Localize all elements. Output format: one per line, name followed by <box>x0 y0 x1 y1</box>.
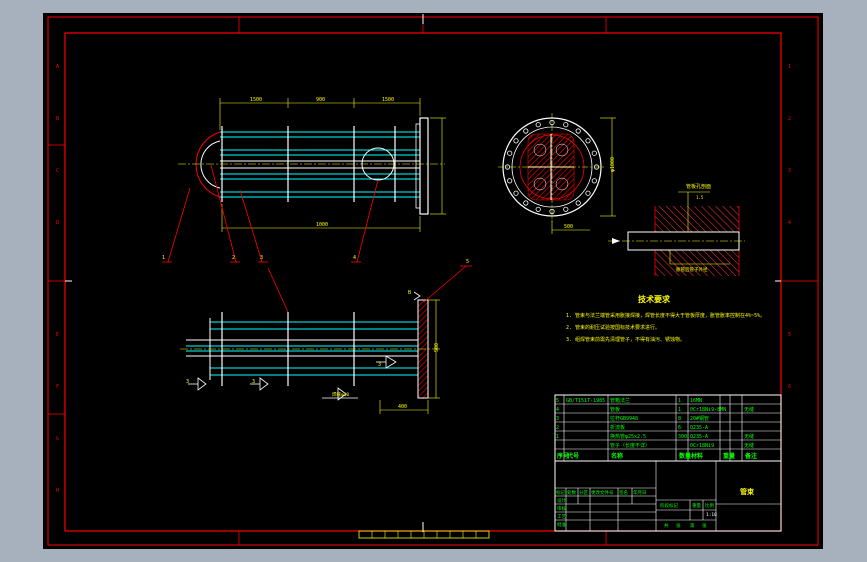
tb-label: 年月日 <box>633 489 647 496</box>
weld-label-2: 3 <box>186 379 189 385</box>
svg-text:B: B <box>56 116 59 122</box>
weld-label-1: 3 <box>378 362 381 368</box>
tb-stage-label: 重量 <box>692 502 701 509</box>
svg-text:5: 5 <box>788 332 791 338</box>
weld-label-3: 3 <box>252 379 255 385</box>
leader-5: 5 <box>466 259 469 265</box>
tb-sheet-label: 张 <box>676 522 681 529</box>
svg-text:D: D <box>56 220 59 226</box>
tb-label: 标记 <box>556 489 565 496</box>
parts-header-cell: 重量 <box>723 452 735 460</box>
parts-cell-material: 20#钢管 <box>690 415 709 422</box>
tb-sign-label: 批准 <box>557 521 566 528</box>
dim-overall-label: 1000 <box>316 222 328 228</box>
svg-text:3: 3 <box>788 168 791 174</box>
parts-cell-name: 管箱法兰 <box>610 397 630 404</box>
leader-2: 2 <box>232 255 235 261</box>
tb-label: 分区 <box>579 489 588 496</box>
leader-3: 3 <box>260 255 263 261</box>
parts-cell-no: 1 <box>556 434 559 440</box>
parts-cell-remark: 无缝 <box>744 442 754 449</box>
tb-sign-label: 审核 <box>557 505 566 512</box>
parts-cell-material: 0Cr18Ni9 <box>690 443 714 449</box>
svg-text:2: 2 <box>788 116 791 122</box>
dim-side-bottom: 500 <box>564 224 573 230</box>
tb-sheet-label: 第 <box>690 522 695 529</box>
svg-text:6: 6 <box>788 384 791 390</box>
svg-text:4: 4 <box>788 220 791 226</box>
detail-hatch-top <box>655 206 739 232</box>
parts-cell-name: 拉杆GB9948 <box>610 415 638 422</box>
svg-text:G: G <box>56 436 59 442</box>
parts-header-cell: 材料 <box>690 452 703 460</box>
tb-sheet-label: 张 <box>702 522 707 529</box>
detail-label-bottom: 胀管后管子外径 <box>676 266 708 273</box>
detail-mark: B <box>408 290 411 296</box>
parts-cell-qty: 300 <box>678 434 687 440</box>
parts-cell-name: 折流板 <box>610 424 625 431</box>
dim-top-2: 900 <box>316 97 325 103</box>
svg-text:H: H <box>56 488 59 494</box>
parts-header-cell: 代号 <box>566 452 579 460</box>
parts-cell-no: 2 <box>556 425 559 431</box>
drawing-name: 管束 <box>740 487 755 496</box>
svg-text:F: F <box>56 384 59 390</box>
parts-cell-name: 管子（长度不详） <box>610 442 650 449</box>
drawing-scale: 1:10 <box>706 512 717 518</box>
parts-header-cell: 备注 <box>744 452 757 460</box>
parts-cell-no: 5 <box>556 398 559 404</box>
parts-cell-no: 3 <box>556 416 559 422</box>
tb-sign-label: 设计 <box>557 497 566 504</box>
weld-label-4: 焊缝φ10 <box>332 391 349 398</box>
parts-cell-material: Q235-A <box>690 425 708 431</box>
note-3: 3. 组焊管束前需先清理管子，不得有油污、锈蚀物。 <box>566 336 685 343</box>
parts-cell-name: 管板 <box>610 406 620 413</box>
note-2: 2. 管束的耐压试验按国标技术要求进行。 <box>566 324 660 331</box>
parts-cell-qty: 1 <box>678 407 681 413</box>
parts-cell-code: GB/T151T-1985 <box>566 398 605 404</box>
parts-cell-material: Q235-A <box>690 434 708 440</box>
tb-label: 更改文件号 <box>591 489 614 496</box>
dim-front-bottom: 400 <box>398 404 407 410</box>
parts-cell-material: 16MN <box>690 398 702 404</box>
dim-side-height: φ1000 <box>610 157 616 172</box>
leader-4: 4 <box>353 255 356 261</box>
tb-stage-label: 阶段标记 <box>660 502 678 509</box>
parts-cell-material: 0Cr18Ni9-8MN <box>690 407 726 413</box>
svg-text:A: A <box>56 64 59 70</box>
dim-front-height: 500 <box>434 343 440 352</box>
svg-text:C: C <box>56 168 59 174</box>
svg-text:E: E <box>56 332 59 338</box>
tb-sign-label: 工艺 <box>557 514 566 520</box>
tb-sheet-label: 共 <box>664 522 669 529</box>
parts-cell-qty: 8 <box>678 416 681 422</box>
tb-label: 签名 <box>619 489 628 496</box>
detail-label-top: 管板孔剖面 <box>686 183 711 190</box>
tb-label: 处数 <box>567 489 576 496</box>
parts-cell-no: 4 <box>556 407 559 413</box>
notes-title: 技术要求 <box>638 294 671 304</box>
tb-stage-label: 比例 <box>705 502 714 509</box>
parts-header-cell: 名称 <box>611 452 623 460</box>
parts-cell-qty: 1 <box>678 398 681 404</box>
leader-1: 1 <box>162 255 165 261</box>
parts-cell-remark: 无缝 <box>744 433 754 440</box>
parts-cell-name: 换热管φ25x2.5 <box>610 433 646 440</box>
svg-text:1: 1 <box>788 64 791 70</box>
cad-canvas[interactable]: A B C D E F G H 1 2 3 4 5 6 1500 900 1500 1000 1 … <box>0 0 867 562</box>
parts-cell-qty: 6 <box>678 425 681 431</box>
drawing-sheet <box>43 13 823 549</box>
parts-header-cell: 数量 <box>679 452 691 460</box>
note-1: 1. 管束与法兰端管采用胀接焊接，焊管长度不得大于管板厚度，胀管胀率控制在4%~… <box>566 312 765 319</box>
detail-label-sub: 1.5 <box>696 195 704 200</box>
parts-cell-remark: 无缝 <box>744 406 754 413</box>
dim-top-1: 1500 <box>250 97 262 103</box>
dim-top-3: 1500 <box>382 97 394 103</box>
